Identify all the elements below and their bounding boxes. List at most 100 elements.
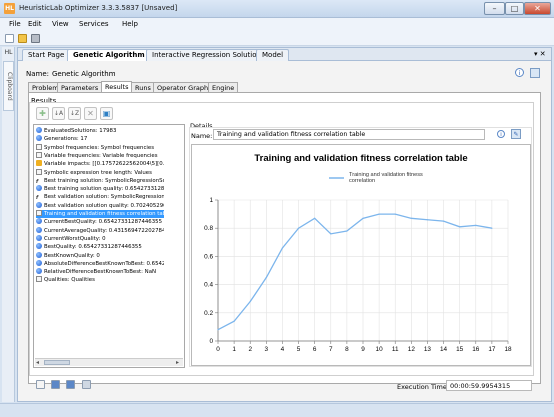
x-tick-label: 8 (345, 346, 349, 353)
details-info-icon[interactable]: i (497, 130, 505, 138)
value-icon (36, 135, 42, 142)
value-icon (36, 226, 42, 233)
menu-help[interactable]: Help (122, 20, 138, 28)
list-item[interactable]: Generations: 17 (36, 135, 164, 143)
toolbar (0, 32, 554, 46)
list-item[interactable]: BestKnownQuality: 0 (36, 251, 164, 260)
data-point (394, 213, 396, 215)
details-edit-icon[interactable]: ✎ (511, 129, 521, 139)
status-bar (0, 403, 554, 417)
scroll-right-icon[interactable]: ▸ (176, 359, 179, 366)
x-tick-label: 9 (361, 346, 365, 353)
menu-view[interactable]: View (52, 20, 69, 28)
x-tick-label: 2 (248, 346, 252, 353)
list-item[interactable]: Best validation solution quality: 0.7024… (36, 201, 164, 210)
details-name-field[interactable]: Training and validation fitness correlat… (213, 129, 485, 140)
chart-title: Training and validation fitness correlat… (254, 153, 467, 164)
list-item[interactable]: CurrentAverageQuality: 0.431569472202784… (36, 226, 164, 235)
save-icon[interactable] (31, 34, 40, 43)
data-point (459, 226, 461, 228)
list-item[interactable]: CurrentBestQuality: 0.65427331287446355 (36, 218, 164, 226)
list-item-label: AbsoluteDifferenceBestKnownToBest: 0.654… (44, 260, 164, 267)
open-folder-icon[interactable] (18, 34, 27, 43)
refresh-icon[interactable]: ▣ (100, 107, 113, 120)
list-item[interactable]: EvaluatedSolutions: 17983 (36, 127, 164, 135)
data-point (378, 213, 380, 215)
y-tick-label: 0.6 (204, 253, 213, 260)
pause-icon[interactable] (51, 380, 60, 389)
horizontal-scrollbar[interactable]: ◂ ▸ (35, 358, 183, 366)
sort-descending-icon[interactable]: ↓Z (68, 107, 81, 120)
document-menu-icon[interactable]: ▾ ✕ (534, 50, 546, 58)
list-item-label: Best validation solution: SymbolicRegres… (44, 194, 164, 201)
list-item-label: Training and validation fitness correlat… (44, 211, 164, 217)
list-item[interactable]: AbsoluteDifferenceBestKnownToBest: 0.654… (36, 259, 164, 268)
scroll-left-icon[interactable]: ◂ (36, 359, 39, 366)
y-tick-label: 1 (209, 197, 213, 204)
list-item[interactable]: Symbolic expression tree length: Values (36, 168, 164, 177)
list-item[interactable]: f Best training solution: SymbolicRegress… (36, 177, 164, 185)
play-icon[interactable] (36, 380, 45, 389)
menu-edit[interactable]: Edit (28, 20, 42, 28)
data-point (410, 217, 412, 219)
execution-time-label: Execution Time: (397, 383, 450, 391)
results-list[interactable]: ◂ ▸ EvaluatedSolutions: 17983 Generations… (33, 124, 185, 368)
x-tick-label: 14 (440, 346, 448, 353)
data-point (362, 217, 364, 219)
execution-time-value: 00:00:59.9954315 (446, 380, 532, 391)
list-item-label: RelativeDifferenceBestKnownToBest: NaN (44, 269, 157, 276)
reset-icon[interactable] (82, 380, 91, 389)
chart-svg: Training and validation fitness correlat… (204, 153, 512, 353)
clipboard-tab[interactable]: Clipboard (3, 61, 14, 111)
y-tick-label: 0.8 (204, 225, 213, 232)
list-item[interactable]: Best training solution quality: 0.654273… (36, 185, 164, 193)
y-tick-label: 0.4 (204, 282, 213, 289)
list-item-label: Variable frequencies: Variable frequenci… (44, 152, 158, 159)
x-tick-label: 6 (313, 346, 317, 353)
list-item[interactable]: RelativeDifferenceBestKnownToBest: NaN (36, 268, 164, 276)
list-item-selected[interactable]: Training and validation fitness correlat… (36, 210, 164, 219)
list-item[interactable]: Variable impacts: [[0.17572622562004\5][… (36, 160, 164, 168)
minimize-button[interactable]: – (484, 2, 505, 15)
title-bar: HL HeuristicLab Optimizer 3.3.3.5837 [Un… (0, 0, 554, 18)
list-item[interactable]: BestQuality: 0.65427331287446355 (36, 243, 164, 251)
list-item[interactable]: Variable frequencies: Variable frequenci… (36, 151, 164, 160)
list-item-label: CurrentAverageQuality: 0.431569472202784… (44, 227, 164, 234)
app-logo-icon: HL (4, 3, 15, 14)
tab-model[interactable]: Model (256, 49, 290, 61)
table-icon (36, 276, 42, 283)
chart-panel: Training and validation fitness correlat… (191, 144, 531, 366)
data-point (426, 219, 429, 221)
menu-services[interactable]: Services (79, 20, 109, 28)
list-item[interactable]: Qualities: Qualities (36, 276, 164, 284)
close-button[interactable]: ✕ (524, 2, 551, 15)
x-tick-label: 17 (488, 346, 496, 353)
data-point (297, 227, 300, 229)
add-icon[interactable]: ✚ (36, 107, 49, 120)
list-item-label: Symbolic expression tree length: Values (44, 169, 152, 176)
list-item[interactable]: Symbol frequencies: Symbol frequencies (36, 143, 164, 152)
tab-genetic-algorithm[interactable]: Genetic Algorithm (67, 49, 151, 61)
table-icon (36, 168, 42, 175)
list-item-label: EvaluatedSolutions: 17983 (44, 128, 117, 134)
hl-tab[interactable]: HL (3, 49, 14, 56)
menu-file[interactable]: File (9, 20, 21, 28)
list-item-label: Best validation solution quality: 0.7024… (44, 202, 164, 209)
maximize-button[interactable]: □ (505, 2, 524, 15)
x-tick-label: 10 (376, 346, 384, 353)
properties-icon[interactable] (530, 68, 540, 78)
list-item-label: Variable impacts: [[0.17572622562004\5][… (44, 161, 164, 168)
info-icon[interactable]: i (515, 68, 524, 77)
sort-ascending-icon[interactable]: ↓A (52, 107, 65, 120)
list-item[interactable]: f Best validation solution: SymbolicRegre… (36, 193, 164, 201)
table-icon (36, 151, 42, 158)
y-tick-label: 0.2 (204, 310, 213, 317)
x-tick-label: 18 (504, 346, 512, 353)
stop-icon[interactable] (66, 380, 75, 389)
value-icon (36, 268, 42, 275)
list-item[interactable]: CurrentWorstQuality: 0 (36, 234, 164, 243)
tab-start-page[interactable]: Start Page (22, 49, 71, 61)
new-file-icon[interactable] (5, 34, 14, 43)
remove-icon[interactable]: ✕ (84, 107, 97, 120)
scrollbar-thumb[interactable] (44, 360, 70, 365)
